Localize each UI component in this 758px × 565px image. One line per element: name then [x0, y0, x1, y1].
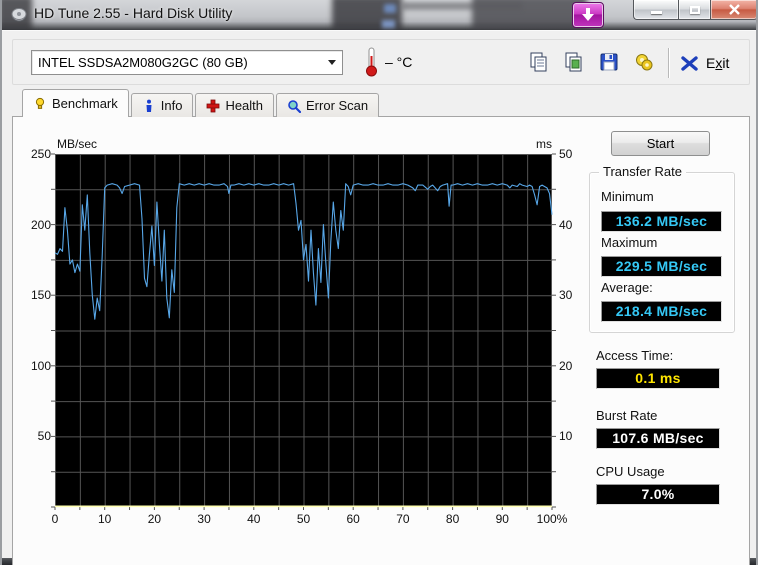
- axis-label: 100%: [536, 512, 568, 526]
- tab-health[interactable]: Health: [195, 93, 275, 117]
- axis-label: 90: [495, 512, 509, 526]
- copy-image-icon: [565, 52, 582, 72]
- save-button[interactable]: [597, 51, 621, 75]
- exit-icon: [681, 55, 698, 71]
- cpu-usage-value: 7.0%: [596, 484, 720, 505]
- axis-label: MB/sec: [57, 137, 98, 151]
- tab-label: Health: [225, 98, 264, 113]
- tabstrip: Benchmark Info Health Error Scan: [22, 89, 381, 118]
- tab-label: Info: [160, 98, 183, 113]
- chevron-down-icon[interactable]: [322, 60, 342, 65]
- download-button[interactable]: [572, 2, 604, 28]
- glass-blur-patch: [382, 20, 395, 28]
- axis-label: 70: [396, 512, 410, 526]
- titlebar[interactable]: HD Tune 2.55 - Hard Disk Utility: [2, 0, 756, 30]
- benchmark-icon: [33, 97, 47, 111]
- burst-rate-value: 107.6 MB/sec: [596, 428, 720, 449]
- axis-label: 30: [559, 288, 573, 303]
- axis-label: 60: [346, 512, 360, 526]
- axis-label: 100: [30, 358, 51, 373]
- maximize-button[interactable]: [678, 0, 711, 20]
- save-icon: [600, 53, 618, 71]
- download-arrow-icon: [582, 8, 594, 21]
- axis-label: 50: [296, 512, 311, 526]
- axis-label: 30: [197, 512, 211, 526]
- close-button[interactable]: [711, 0, 756, 20]
- axis-label: 40: [247, 512, 261, 526]
- axis-label: 10: [559, 429, 573, 444]
- axis-label: 20: [147, 512, 162, 526]
- axis-label: 80: [445, 512, 460, 526]
- drive-select-value: INTEL SSDSA2M080G2GC (80 GB): [38, 55, 248, 70]
- copy-image-button[interactable]: [562, 51, 586, 75]
- glass-blur-patch: [402, 2, 522, 10]
- copy-text-icon: [530, 52, 547, 72]
- exit-button[interactable]: Exit: [681, 51, 729, 75]
- temperature-icon: [361, 46, 381, 78]
- hd-tune-window: HD Tune 2.55 - Hard Disk Utility INTEL S…: [0, 0, 758, 565]
- tab-benchmark[interactable]: Benchmark: [22, 89, 129, 118]
- drive-select[interactable]: INTEL SSDSA2M080G2GC (80 GB): [31, 50, 343, 75]
- benchmark-chart: [51, 153, 556, 510]
- toolbar: INTEL SSDSA2M080G2GC (80 GB) – °C Exit: [12, 39, 750, 85]
- access-time-value: 0.1 ms: [596, 368, 720, 389]
- minimize-button[interactable]: [633, 0, 678, 20]
- minimize-icon: [650, 11, 662, 14]
- benchmark-page: MB/sec ms 250 200 150 100 50 50 40 30 20 10 0 10 20 30 4…: [12, 116, 750, 565]
- window-controls: [633, 0, 756, 20]
- minimum-value: 136.2 MB/sec: [601, 211, 722, 232]
- axis-label: 150: [30, 288, 51, 303]
- average-label: Average:: [601, 280, 653, 295]
- window-title: HD Tune 2.55 - Hard Disk Utility: [34, 5, 233, 21]
- temperature-value: – °C: [385, 54, 413, 70]
- toolbar-separator: [668, 48, 669, 78]
- axis-label: 200: [30, 217, 51, 232]
- info-icon: [142, 99, 156, 113]
- copy-text-button[interactable]: [527, 51, 551, 75]
- axis-label: 40: [559, 217, 573, 232]
- transfer-rate-group: Transfer Rate Minimum 136.2 MB/sec Maxim…: [589, 164, 735, 333]
- cpu-usage-label: CPU Usage: [596, 464, 665, 479]
- axis-label: 50: [559, 147, 573, 161]
- tab-info[interactable]: Info: [130, 93, 194, 117]
- exit-label: Exit: [706, 55, 730, 71]
- access-time-label: Access Time:: [596, 348, 674, 363]
- client-area: INTEL SSDSA2M080G2GC (80 GB) – °C Exit B…: [2, 30, 756, 565]
- tab-label: Benchmark: [52, 96, 118, 111]
- axis-label: 0: [51, 512, 59, 526]
- axis-label: 20: [559, 358, 573, 373]
- maximize-icon: [689, 5, 700, 14]
- axis-label: 50: [37, 429, 51, 444]
- tab-label: Error Scan: [306, 98, 369, 113]
- burst-rate-label: Burst Rate: [596, 408, 658, 423]
- maximum-value: 229.5 MB/sec: [601, 256, 722, 277]
- transfer-rate-title: Transfer Rate: [599, 164, 686, 179]
- tab-error-scan[interactable]: Error Scan: [276, 93, 380, 117]
- average-value: 218.4 MB/sec: [601, 301, 722, 322]
- minimum-label: Minimum: [601, 189, 654, 204]
- start-button[interactable]: Start: [611, 131, 710, 156]
- maximum-label: Maximum: [601, 235, 658, 250]
- axis-label: 250: [30, 147, 51, 161]
- options-icon: [636, 54, 653, 71]
- axis-label: 10: [98, 512, 112, 526]
- options-button[interactable]: [632, 51, 656, 75]
- error-scan-icon: [287, 99, 302, 113]
- health-icon: [206, 99, 220, 113]
- app-icon: [10, 5, 28, 23]
- axis-label: ms: [536, 137, 552, 151]
- glass-blur-patch: [384, 4, 396, 13]
- close-icon: [728, 4, 740, 15]
